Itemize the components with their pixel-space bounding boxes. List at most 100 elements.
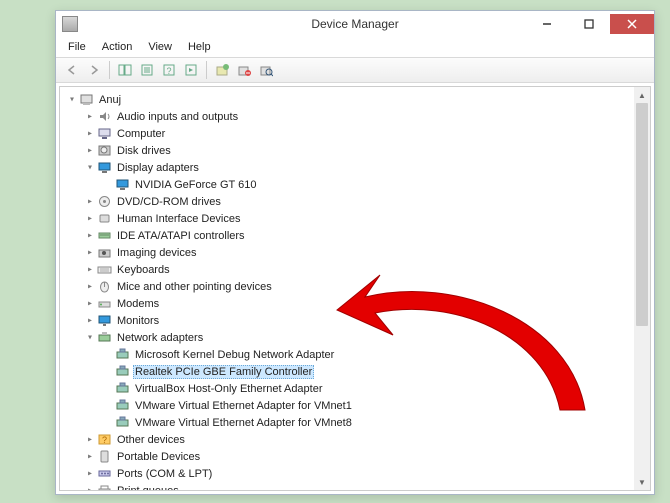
tree-item-portable[interactable]: ▸ Portable Devices <box>84 448 650 465</box>
expand-icon[interactable]: ▸ <box>84 111 96 122</box>
help-button[interactable]: ? <box>159 60 179 80</box>
expand-icon[interactable]: ▸ <box>84 315 96 326</box>
tree-item-label: Human Interface Devices <box>115 213 243 225</box>
printq-icon <box>97 483 112 490</box>
update-driver-button[interactable] <box>212 60 232 80</box>
tree-item-audio[interactable]: ▸ Audio inputs and outputs <box>84 108 650 125</box>
tree-item-label: Realtek PCIe GBE Family Controller <box>133 365 314 379</box>
display-icon <box>115 177 130 192</box>
ports-icon <box>97 466 112 481</box>
ide-icon <box>97 228 112 243</box>
menu-file[interactable]: File <box>60 39 94 55</box>
root-icon <box>79 92 94 107</box>
expand-icon[interactable]: ▸ <box>84 128 96 139</box>
disk-icon <box>97 143 112 158</box>
menu-view[interactable]: View <box>140 39 180 55</box>
expand-icon[interactable]: ▸ <box>84 451 96 462</box>
tree-item-realtek[interactable]: Realtek PCIe GBE Family Controller <box>102 363 650 380</box>
tree-item-label: Portable Devices <box>115 451 202 463</box>
expand-icon[interactable]: ▸ <box>84 468 96 479</box>
collapse-icon[interactable]: ▾ <box>84 332 96 343</box>
tree-item-other[interactable]: ▸?Other devices <box>84 431 650 448</box>
netchild-icon <box>115 347 130 362</box>
tree-item-display[interactable]: ▾ Display adapters <box>84 159 650 176</box>
scroll-down-icon[interactable]: ▼ <box>634 474 650 490</box>
maximize-button[interactable] <box>568 14 610 34</box>
properties-button[interactable] <box>137 60 157 80</box>
tree-item-label: Audio inputs and outputs <box>115 111 240 123</box>
toolbar: ? <box>56 57 654 83</box>
scan-hardware-button[interactable] <box>256 60 276 80</box>
show-hide-tree-button[interactable] <box>115 60 135 80</box>
tree-item-label: Ports (COM & LPT) <box>115 468 214 480</box>
tree-item-label: Disk drives <box>115 145 173 157</box>
tree-item-nvidia[interactable]: NVIDIA GeForce GT 610 <box>102 176 650 193</box>
tree-item-vmnet1[interactable]: VMware Virtual Ethernet Adapter for VMne… <box>102 397 650 414</box>
tree-item-keyboards[interactable]: ▸Keyboards <box>84 261 650 278</box>
tree-item-vbox[interactable]: VirtualBox Host-Only Ethernet Adapter <box>102 380 650 397</box>
modems-icon <box>97 296 112 311</box>
tree-item-dvd[interactable]: ▸ DVD/CD-ROM drives <box>84 193 650 210</box>
netchild-icon <box>115 415 130 430</box>
expand-icon[interactable]: ▸ <box>84 196 96 207</box>
tree-item-label: Microsoft Kernel Debug Network Adapter <box>133 349 336 361</box>
scroll-up-icon[interactable]: ▲ <box>634 87 650 103</box>
titlebar[interactable]: Device Manager <box>56 11 654 37</box>
tree-item-label: Mice and other pointing devices <box>115 281 274 293</box>
keyboards-icon <box>97 262 112 277</box>
tree-item-label: Display adapters <box>115 162 201 174</box>
tree-item-label: Network adapters <box>115 332 205 344</box>
action-button[interactable] <box>181 60 201 80</box>
device-tree[interactable]: ▾Anuj▸Audio inputs and outputs▸Computer▸… <box>60 87 650 490</box>
expand-icon[interactable]: ▸ <box>84 264 96 275</box>
tree-item-disk[interactable]: ▸ Disk drives <box>84 142 650 159</box>
dvd-icon <box>97 194 112 209</box>
mice-icon <box>97 279 112 294</box>
tree-item-mskernel[interactable]: Microsoft Kernel Debug Network Adapter <box>102 346 650 363</box>
other-icon: ? <box>97 432 112 447</box>
tree-item-label: VMware Virtual Ethernet Adapter for VMne… <box>133 400 354 412</box>
expand-icon[interactable]: ▸ <box>84 298 96 309</box>
tree-item-root[interactable]: ▾Anuj <box>66 91 650 108</box>
tree-item-imaging[interactable]: ▸ Imaging devices <box>84 244 650 261</box>
tree-item-label: Modems <box>115 298 161 310</box>
app-icon <box>62 16 78 32</box>
vertical-scrollbar[interactable]: ▲ ▼ <box>634 87 650 490</box>
uninstall-button[interactable] <box>234 60 254 80</box>
network-icon <box>97 330 112 345</box>
tree-item-label: DVD/CD-ROM drives <box>115 196 223 208</box>
menu-help[interactable]: Help <box>180 39 219 55</box>
expand-icon[interactable]: ▸ <box>84 213 96 224</box>
tree-item-printq[interactable]: ▸ Print queues <box>84 482 650 490</box>
hid-icon <box>97 211 112 226</box>
tree-item-ide[interactable]: ▸IDE ATA/ATAPI controllers <box>84 227 650 244</box>
close-button[interactable] <box>610 14 654 34</box>
monitors-icon <box>97 313 112 328</box>
minimize-button[interactable] <box>526 14 568 34</box>
collapse-icon[interactable]: ▾ <box>66 94 78 105</box>
tree-item-hid[interactable]: ▸ Human Interface Devices <box>84 210 650 227</box>
tree-item-network[interactable]: ▾ Network adapters <box>84 329 650 346</box>
collapse-icon[interactable]: ▾ <box>84 162 96 173</box>
expand-icon[interactable]: ▸ <box>84 230 96 241</box>
tree-item-ports[interactable]: ▸ Ports (COM & LPT) <box>84 465 650 482</box>
tree-item-modems[interactable]: ▸ Modems <box>84 295 650 312</box>
expand-icon[interactable]: ▸ <box>84 247 96 258</box>
menu-action[interactable]: Action <box>94 39 141 55</box>
nav-back-button[interactable] <box>62 60 82 80</box>
tree-item-vmnet8[interactable]: VMware Virtual Ethernet Adapter for VMne… <box>102 414 650 431</box>
svg-text:?: ? <box>102 435 107 445</box>
tree-item-label: VirtualBox Host-Only Ethernet Adapter <box>133 383 325 395</box>
expand-icon[interactable]: ▸ <box>84 281 96 292</box>
expand-icon[interactable]: ▸ <box>84 145 96 156</box>
tree-item-label: Monitors <box>115 315 161 327</box>
tree-item-computer[interactable]: ▸Computer <box>84 125 650 142</box>
scroll-thumb[interactable] <box>636 103 648 326</box>
tree-item-mice[interactable]: ▸ Mice and other pointing devices <box>84 278 650 295</box>
nav-forward-button[interactable] <box>84 60 104 80</box>
expand-icon[interactable]: ▸ <box>84 485 96 490</box>
tree-item-monitors[interactable]: ▸ Monitors <box>84 312 650 329</box>
expand-icon[interactable]: ▸ <box>84 434 96 445</box>
tree-item-label: Imaging devices <box>115 247 199 259</box>
tree-item-label: Print queues <box>115 485 181 491</box>
